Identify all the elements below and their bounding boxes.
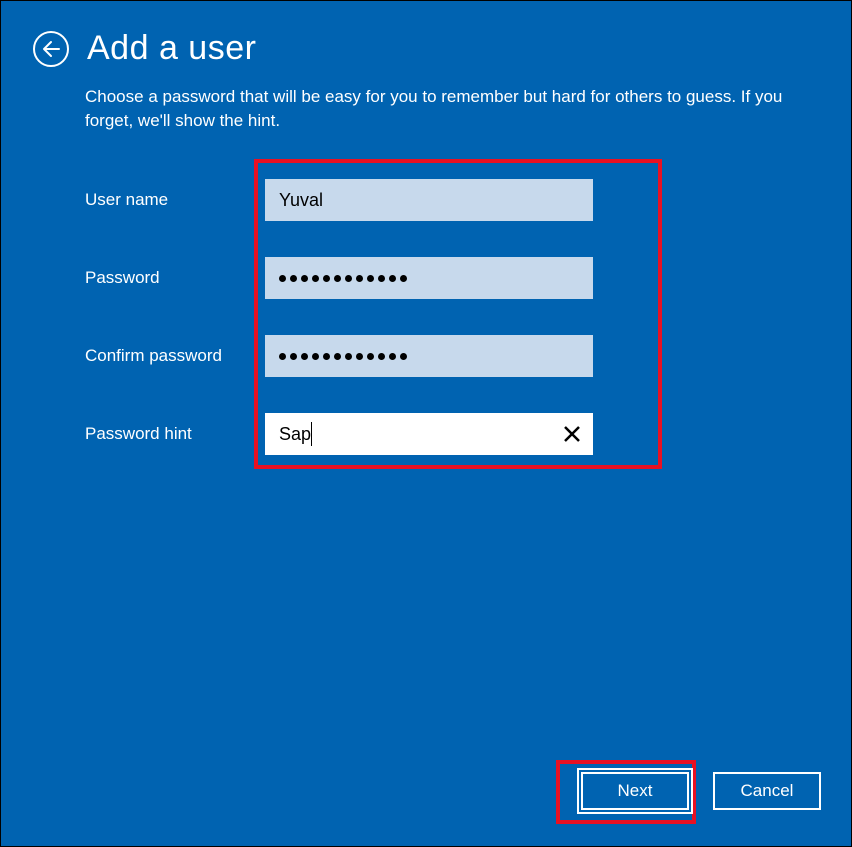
password-hint-label: Password hint (85, 424, 265, 444)
add-user-form: User name Password Confirm password Pass… (85, 161, 765, 473)
close-icon (563, 425, 581, 443)
text-caret (311, 422, 312, 446)
page-description: Choose a password that will be easy for … (85, 85, 815, 133)
password-hint-input[interactable] (265, 413, 593, 455)
back-arrow-icon (42, 40, 60, 58)
page-title: Add a user (87, 29, 256, 68)
username-input[interactable] (265, 179, 593, 221)
confirm-password-label: Confirm password (85, 346, 265, 366)
password-label: Password (85, 268, 265, 288)
cancel-button[interactable]: Cancel (713, 772, 821, 810)
back-button[interactable] (33, 31, 69, 67)
username-label: User name (85, 190, 265, 210)
clear-hint-button[interactable] (551, 413, 593, 455)
confirm-password-input[interactable] (265, 335, 593, 377)
next-button[interactable]: Next (581, 772, 689, 810)
password-input[interactable] (265, 257, 593, 299)
